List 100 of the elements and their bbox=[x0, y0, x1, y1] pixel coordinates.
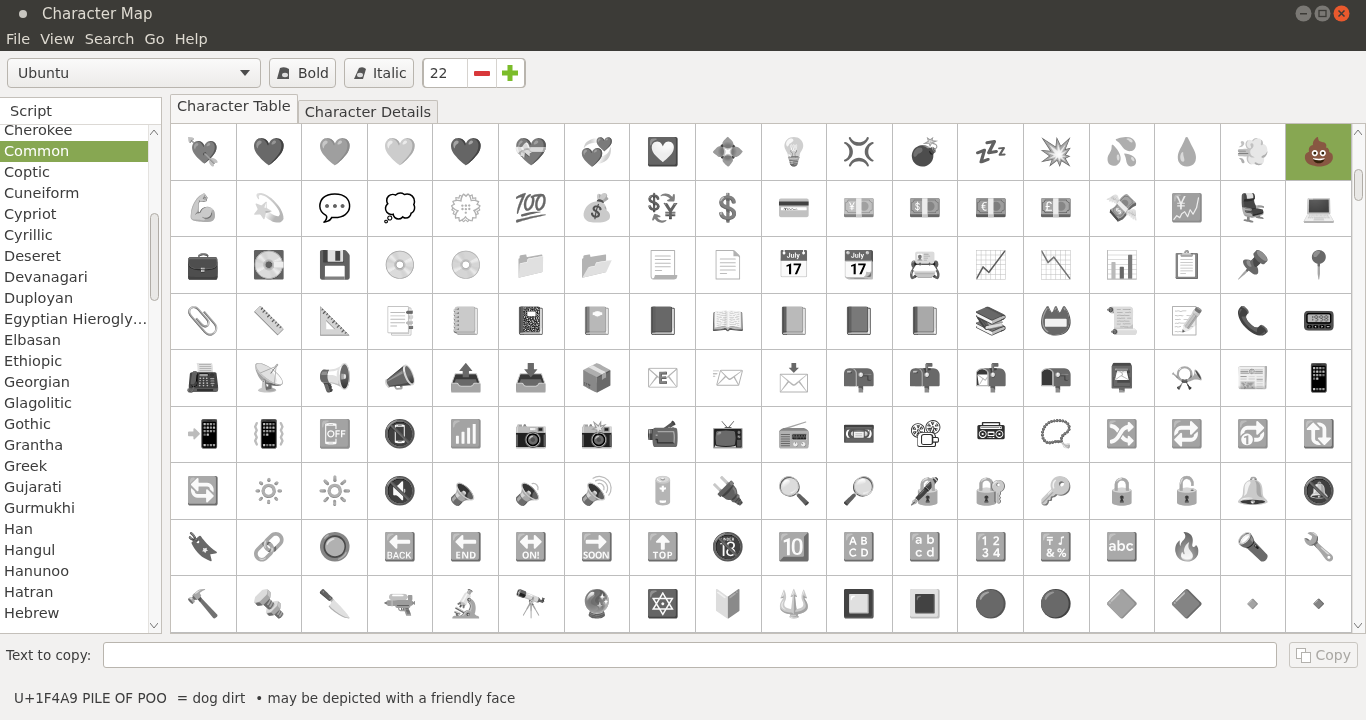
script-item[interactable]: Hanunoo bbox=[0, 561, 148, 582]
character-cell[interactable]: 💙 bbox=[236, 124, 303, 181]
character-cell[interactable]: 📊 bbox=[1089, 237, 1156, 294]
script-item[interactable]: Devanagari bbox=[0, 267, 148, 288]
text-to-copy-field[interactable] bbox=[103, 642, 1278, 668]
character-cell[interactable]: 📉 bbox=[1023, 237, 1090, 294]
font-dropdown[interactable]: Ubuntu bbox=[7, 58, 261, 88]
character-cell[interactable]: 🔚 bbox=[433, 519, 500, 576]
character-cell[interactable]: 🔞 bbox=[695, 519, 762, 576]
script-item[interactable]: Cuneiform bbox=[0, 183, 148, 204]
scroll-down-icon[interactable] bbox=[150, 623, 158, 628]
character-cell[interactable]: 💺 bbox=[1220, 180, 1287, 237]
character-cell[interactable]: 🔄 bbox=[171, 463, 237, 520]
character-cell[interactable]: 🔲 bbox=[827, 576, 893, 633]
character-cell[interactable]: 💾 bbox=[302, 237, 368, 294]
script-item[interactable]: Duployan bbox=[0, 288, 148, 309]
character-cell[interactable]: 🔌 bbox=[695, 463, 762, 520]
character-cell[interactable]: 📅 bbox=[761, 237, 828, 294]
tab[interactable]: Character Details bbox=[297, 100, 439, 123]
script-item[interactable]: Hatran bbox=[0, 582, 148, 603]
character-cell[interactable]: 💧 bbox=[1155, 124, 1221, 181]
script-item[interactable]: Hebrew bbox=[0, 603, 148, 624]
character-cell[interactable]: 📎 bbox=[171, 293, 237, 350]
character-cell[interactable]: 📈 bbox=[958, 237, 1024, 294]
character-cell[interactable]: 📷 bbox=[499, 406, 565, 463]
character-cell[interactable]: 📿 bbox=[1023, 406, 1090, 463]
scroll-up-icon[interactable] bbox=[150, 130, 158, 135]
scrollbar-thumb[interactable] bbox=[1354, 169, 1363, 201]
character-cell[interactable]: 🔷 bbox=[1155, 576, 1221, 633]
script-item[interactable]: Greek bbox=[0, 456, 148, 477]
scrollbar[interactable] bbox=[1352, 124, 1365, 633]
script-item[interactable]: Cyrillic bbox=[0, 225, 148, 246]
menu-item[interactable]: Help bbox=[170, 31, 214, 47]
script-item[interactable]: Georgian bbox=[0, 372, 148, 393]
character-cell[interactable]: 🔡 bbox=[892, 519, 959, 576]
menu-item[interactable]: Search bbox=[80, 31, 141, 47]
character-cell[interactable]: 🔉 bbox=[499, 463, 565, 520]
character-cell[interactable]: 📭 bbox=[1023, 350, 1090, 407]
character-cell[interactable]: 🔤 bbox=[1089, 519, 1156, 576]
menu-item[interactable]: File bbox=[2, 31, 37, 47]
tab[interactable]: Character Table bbox=[170, 94, 298, 123]
character-cell[interactable]: 📪 bbox=[827, 350, 893, 407]
character-cell[interactable]: 🔎 bbox=[827, 463, 893, 520]
script-item[interactable]: Grantha bbox=[0, 435, 148, 456]
character-cell[interactable]: 📨 bbox=[695, 350, 762, 407]
character-cell[interactable]: 🔰 bbox=[695, 576, 762, 633]
character-cell[interactable]: 🔜 bbox=[564, 519, 631, 576]
script-item[interactable]: Elbasan bbox=[0, 330, 148, 351]
character-cell[interactable]: 🔳 bbox=[892, 576, 959, 633]
script-item[interactable]: Hangul bbox=[0, 540, 148, 561]
character-cell[interactable]: 🔈 bbox=[433, 463, 500, 520]
character-cell[interactable]: 📺 bbox=[695, 406, 762, 463]
menu-item[interactable]: View bbox=[36, 31, 81, 47]
character-cell[interactable]: 🔩 bbox=[236, 576, 303, 633]
character-cell[interactable]: 🔴 bbox=[958, 576, 1024, 633]
character-cell[interactable]: 📣 bbox=[367, 350, 434, 407]
character-cell[interactable]: 🔦 bbox=[1220, 519, 1287, 576]
character-cell[interactable]: 📞 bbox=[1220, 293, 1287, 350]
character-cell[interactable]: 💿 bbox=[367, 237, 434, 294]
character-cell[interactable]: 📜 bbox=[1089, 293, 1156, 350]
character-cell[interactable]: 📼 bbox=[827, 406, 893, 463]
script-item[interactable]: Egyptian Hierogly… bbox=[0, 309, 148, 330]
decrease-button[interactable] bbox=[466, 58, 496, 88]
maximize-icon[interactable] bbox=[1314, 5, 1331, 22]
character-cell[interactable]: 📦 bbox=[564, 350, 631, 407]
character-cell[interactable]: 🔙 bbox=[367, 519, 434, 576]
scroll-up-icon[interactable] bbox=[1354, 130, 1362, 135]
character-cell[interactable]: 🔗 bbox=[236, 519, 303, 576]
character-cell[interactable]: 📖 bbox=[695, 293, 762, 350]
character-cell[interactable]: 💸 bbox=[1089, 180, 1156, 237]
character-cell[interactable]: 🔢 bbox=[958, 519, 1024, 576]
character-cell[interactable]: 🔍 bbox=[761, 463, 828, 520]
close-icon[interactable] bbox=[1333, 5, 1350, 22]
character-cell[interactable]: 🔨 bbox=[171, 576, 237, 633]
character-cell[interactable]: 📾 bbox=[958, 406, 1024, 463]
character-cell[interactable]: 💶 bbox=[958, 180, 1024, 237]
script-item[interactable]: Glagolitic bbox=[0, 393, 148, 414]
character-cell[interactable]: 📛 bbox=[1023, 293, 1090, 350]
character-cell[interactable]: 💵 bbox=[892, 180, 959, 237]
italic-button[interactable]: Italic bbox=[343, 58, 414, 88]
character-cell[interactable]: 💚 bbox=[302, 124, 368, 181]
script-item[interactable]: Cypriot bbox=[0, 204, 148, 225]
character-cell[interactable]: 🔭 bbox=[499, 576, 565, 633]
character-cell[interactable]: 💜 bbox=[433, 124, 500, 181]
minimize-icon[interactable] bbox=[1295, 5, 1312, 22]
character-cell[interactable]: 💴 bbox=[827, 180, 893, 237]
character-cell[interactable]: 💞 bbox=[564, 124, 631, 181]
character-cell[interactable]: 📓 bbox=[499, 293, 565, 350]
character-cell[interactable]: 🔵 bbox=[1023, 576, 1090, 633]
character-cell[interactable]: 🔇 bbox=[367, 463, 434, 520]
script-item[interactable]: Gujarati bbox=[0, 477, 148, 498]
character-cell[interactable]: 📚 bbox=[958, 293, 1024, 350]
character-cell[interactable]: 📕 bbox=[630, 293, 696, 350]
character-cell[interactable]: 🔛 bbox=[499, 519, 565, 576]
character-cell[interactable]: 🔟 bbox=[761, 519, 828, 576]
increase-button[interactable] bbox=[495, 58, 525, 88]
scrollbar-thumb[interactable] bbox=[150, 213, 159, 301]
script-item[interactable]: Coptic bbox=[0, 162, 148, 183]
bold-button[interactable]: Bold bbox=[269, 58, 336, 88]
character-cell[interactable]: 💹 bbox=[1155, 180, 1221, 237]
